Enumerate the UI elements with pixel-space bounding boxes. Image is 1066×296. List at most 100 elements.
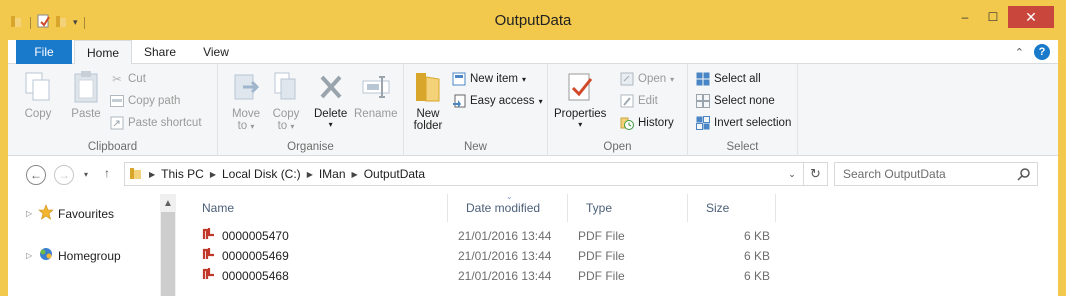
nav-pane-scrollbar[interactable]: ▲ xyxy=(160,194,176,296)
expand-icon[interactable]: ▷ xyxy=(26,251,34,260)
close-button[interactable]: ✕ xyxy=(1008,6,1054,28)
edit-button[interactable]: Edit xyxy=(620,94,658,108)
forward-button[interactable]: → xyxy=(54,165,74,185)
group-label-select: Select xyxy=(726,141,759,153)
nav-item-label: Homegroup xyxy=(58,248,121,263)
history-icon xyxy=(620,116,634,130)
easy-access-icon xyxy=(452,94,466,108)
tab-home[interactable]: Home xyxy=(74,40,132,65)
group-label-clipboard: Clipboard xyxy=(87,141,138,153)
select-none-icon xyxy=(696,94,710,108)
file-date: 21/01/2016 13:44 xyxy=(458,249,552,263)
invert-selection-button[interactable]: Invert selection xyxy=(696,116,791,130)
nav-item-favourites[interactable]: ▷ Favourites xyxy=(26,204,114,223)
sort-indicator-icon: ⌄ xyxy=(506,192,513,201)
scissors-icon: ✂ xyxy=(112,74,122,86)
group-new: New folder New item ▾ Easy access ▾ New xyxy=(404,64,548,156)
tab-file[interactable]: File xyxy=(16,40,72,64)
paste-button[interactable]: Paste xyxy=(70,70,102,120)
ribbon: Copy Paste ✂ Cut Copy path Paste shortcu… xyxy=(8,64,1058,156)
new-item-button[interactable]: New item ▾ xyxy=(452,72,526,86)
file-size: 6 KB xyxy=(743,269,770,283)
forward-arrow-icon: → xyxy=(58,168,70,182)
address-dropdown-icon[interactable]: ⌄ xyxy=(781,169,803,180)
delete-button[interactable]: Delete ▾ xyxy=(314,70,347,129)
scroll-up-icon[interactable]: ▲ xyxy=(160,198,176,209)
navigation-bar: ← → ▾ ↑ ▶ This PC ▶ Local Disk (C:) ▶ IM… xyxy=(8,156,1058,194)
copy-to-button[interactable]: Copy to ▾ xyxy=(270,70,302,132)
paste-shortcut-icon xyxy=(110,116,124,130)
easy-access-button[interactable]: Easy access ▾ xyxy=(452,94,543,108)
delete-x-icon xyxy=(315,70,347,104)
navigation-pane: ▷ Favourites ▷ Homegroup xyxy=(8,194,176,296)
tab-share[interactable]: Share xyxy=(136,40,184,64)
nav-item-homegroup[interactable]: ▷ Homegroup xyxy=(26,246,121,265)
search-input[interactable] xyxy=(843,167,1013,181)
window-title: OutputData xyxy=(494,12,572,29)
column-header-type[interactable]: Type xyxy=(568,194,688,222)
minimize-ribbon-icon[interactable]: ⌃ xyxy=(1015,46,1024,59)
file-type: PDF File xyxy=(578,229,625,243)
file-type: PDF File xyxy=(578,269,625,283)
up-button[interactable]: ↑ xyxy=(104,166,110,180)
up-arrow-icon: ↑ xyxy=(104,166,110,180)
copy-to-icon xyxy=(270,70,302,104)
title-bar[interactable]: ▾ OutputData – ☐ ✕ xyxy=(8,0,1058,40)
maximize-button[interactable]: ☐ xyxy=(980,6,1006,28)
nav-item-label: Favourites xyxy=(58,206,115,221)
search-icon[interactable] xyxy=(1017,167,1031,184)
breadcrumb-separator[interactable]: ▶ xyxy=(149,170,155,179)
breadcrumb-this-pc[interactable]: This PC xyxy=(161,167,204,181)
breadcrumb-separator[interactable]: ▶ xyxy=(210,170,216,179)
address-bar[interactable]: ▶ This PC ▶ Local Disk (C:) ▶ IMan ▶ Out… xyxy=(124,162,828,186)
open-button[interactable]: Open ▾ xyxy=(620,72,674,86)
select-none-button[interactable]: Select none xyxy=(696,94,775,108)
expand-icon[interactable]: ▷ xyxy=(26,209,34,218)
column-header-size[interactable]: Size xyxy=(688,194,776,222)
move-to-button[interactable]: Move to ▾ xyxy=(230,70,262,132)
group-organise: Move to ▾ Copy to ▾ Delete ▾ Rename Orga… xyxy=(218,64,404,156)
breadcrumb-local-disk[interactable]: Local Disk (C:) xyxy=(222,167,301,181)
file-size: 6 KB xyxy=(743,229,770,243)
copy-path-button[interactable]: Copy path xyxy=(110,94,180,108)
column-header-name[interactable]: Name xyxy=(184,194,448,222)
cut-button[interactable]: ✂ Cut xyxy=(110,72,146,86)
table-row[interactable]: 0000005470 21/01/2016 13:44 PDF File 6 K… xyxy=(186,226,776,246)
file-type: PDF File xyxy=(578,249,625,263)
breadcrumb-outputdata[interactable]: OutputData xyxy=(364,167,425,181)
breadcrumb-iman[interactable]: IMan xyxy=(319,167,346,181)
folder-icon xyxy=(129,166,143,183)
refresh-icon[interactable]: ↻ xyxy=(803,163,827,185)
help-icon[interactable]: ? xyxy=(1034,44,1050,60)
select-all-icon xyxy=(696,72,710,86)
file-size: 6 KB xyxy=(743,249,770,263)
invert-selection-icon xyxy=(696,116,710,130)
breadcrumb-separator[interactable]: ▶ xyxy=(307,170,313,179)
copy-icon xyxy=(22,70,54,104)
tab-view[interactable]: View xyxy=(194,40,238,64)
select-all-button[interactable]: Select all xyxy=(696,72,761,86)
history-button[interactable]: History xyxy=(620,116,674,130)
back-button[interactable]: ← xyxy=(26,165,46,185)
star-icon xyxy=(38,204,54,223)
open-icon xyxy=(620,72,634,86)
copy-button[interactable]: Copy xyxy=(22,70,54,120)
properties-button[interactable]: Properties ▾ xyxy=(554,70,606,129)
group-open: Properties ▾ Open ▾ Edit History Open xyxy=(548,64,688,156)
new-folder-button[interactable]: New folder xyxy=(412,70,444,132)
file-date: 21/01/2016 13:44 xyxy=(458,269,552,283)
recent-locations-button[interactable]: ▾ xyxy=(84,170,88,179)
minimize-button[interactable]: – xyxy=(952,6,978,28)
group-label-organise: Organise xyxy=(287,141,334,153)
file-date: 21/01/2016 13:44 xyxy=(458,229,552,243)
scrollbar-thumb[interactable] xyxy=(161,212,175,296)
search-box[interactable] xyxy=(834,162,1038,186)
homegroup-icon xyxy=(38,246,54,265)
file-name: 0000005469 xyxy=(222,249,289,263)
breadcrumb-separator[interactable]: ▶ xyxy=(352,170,358,179)
table-row[interactable]: 0000005469 21/01/2016 13:44 PDF File 6 K… xyxy=(186,246,776,266)
paste-shortcut-button[interactable]: Paste shortcut xyxy=(110,116,202,130)
table-row[interactable]: 0000005468 21/01/2016 13:44 PDF File 6 K… xyxy=(186,266,776,286)
edit-icon xyxy=(620,94,634,108)
rename-button[interactable]: Rename xyxy=(354,70,397,120)
